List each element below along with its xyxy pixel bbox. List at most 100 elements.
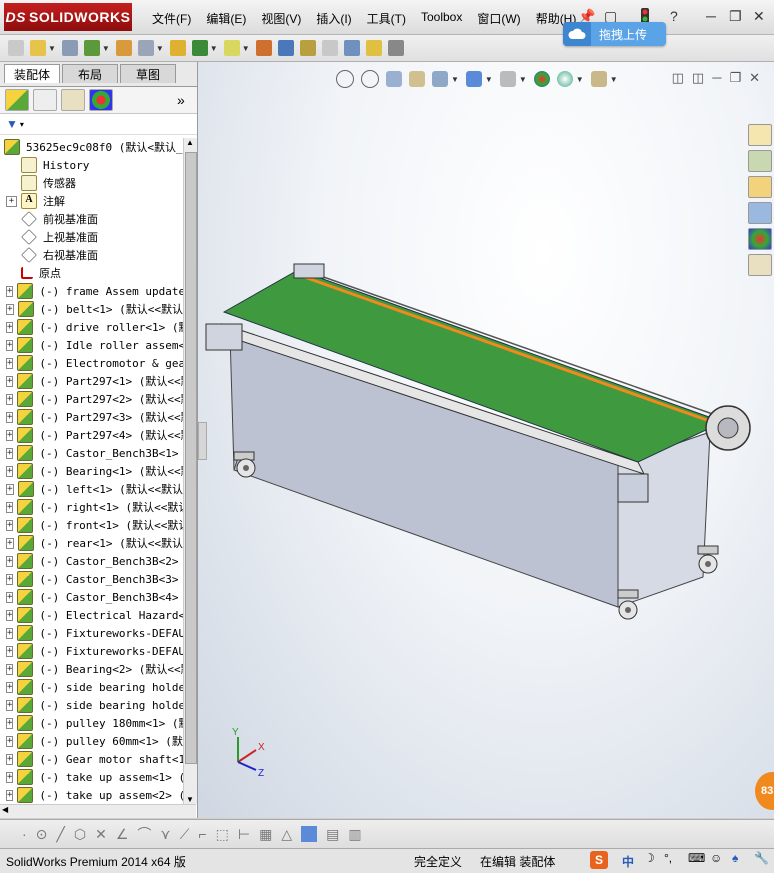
tree-item[interactable]: + (-) Part297<2> (默认<<默 [0,390,183,408]
menu-edit[interactable]: 编辑(E) [206,10,246,27]
mirror-icon[interactable]: ⋎ [160,826,170,843]
settings-wrench-icon[interactable]: 🔧 [754,851,772,869]
expand-icon[interactable]: + [6,789,14,801]
scroll-left-icon[interactable]: ◀ [2,805,8,814]
new-motion-study-icon[interactable] [255,40,272,56]
tree-item[interactable]: + (-) Electrical Hazard<1 [0,606,183,624]
expand-icon[interactable]: + [6,357,14,369]
menu-insert[interactable]: 插入(I) [316,10,351,27]
restore-icon[interactable]: ❐ [729,8,742,25]
graphics-area[interactable]: ▼ ▼ ▼ ▼ ▼ ◫ ◫ ─ ❐ ✕ Y X Z 83 [198,62,774,818]
expand-icon[interactable]: + [6,663,14,675]
tree-item[interactable]: 传感器 [0,174,183,192]
tab-sketch[interactable]: 草图 [120,64,176,83]
tree-item[interactable]: + (-) Castor_Bench3B<1> ( [0,444,183,462]
instant3d-icon[interactable] [387,40,404,56]
table-view-icon[interactable]: ▥ [348,826,361,843]
tree-item[interactable]: + (-) left<1> (默认<<默认 [0,480,183,498]
clearance-verification-icon[interactable] [365,40,382,56]
tree-item[interactable]: + (-) Part297<3> (默认<<默 [0,408,183,426]
tree-item[interactable]: History [0,156,183,174]
tree-item[interactable]: + (-) take up assem<2> (默 [0,786,183,804]
interference-detection-icon[interactable] [343,40,360,56]
appearances-icon[interactable] [748,228,772,250]
tree-item[interactable]: + (-) right<1> (默认<<默认 [0,498,183,516]
menu-file[interactable]: 文件(F) [152,10,191,27]
menu-tools[interactable]: 工具(T) [367,10,406,27]
corner-icon[interactable]: ⌐ [198,826,206,842]
line-icon[interactable]: ╱ [56,826,64,843]
tree-item[interactable]: + (-) Idle roller assem<1 [0,336,183,354]
tree-item[interactable]: 右视基准面 [0,246,183,264]
expand-icon[interactable]: + [6,627,14,639]
expand-icon[interactable]: + [6,303,14,315]
minimize-icon[interactable]: ─ [706,8,716,24]
shaded-view-icon[interactable] [301,826,318,842]
custom-properties-icon[interactable] [748,254,772,276]
display-manager-icon[interactable] [89,89,113,111]
sogou-ime-icon[interactable]: S [590,851,608,869]
expand-icon[interactable]: + [6,573,14,585]
tree-item[interactable]: + (-) rear<1> (默认<<默认 [0,534,183,552]
menu-window[interactable]: 窗口(W) [477,10,520,27]
bill-of-materials-icon[interactable] [277,40,294,56]
expand-icon[interactable]: + [6,771,14,783]
centerline-icon[interactable]: ⟋ [180,826,190,843]
tree-item[interactable]: + (-) Electromotor & gear [0,354,183,372]
polygon-icon[interactable]: ⬡ [74,826,86,843]
linear-pattern-icon[interactable] [83,40,100,56]
expand-icon[interactable]: + [6,717,14,729]
exploded-view-icon[interactable] [299,40,316,56]
tree-root[interactable]: 53625ec9c08f0 (默认<默认_ [0,138,183,156]
panel-splitter-handle[interactable] [198,422,207,460]
mate-icon[interactable] [61,40,78,56]
tree-item[interactable]: + (-) Castor_Bench3B<3> ( [0,570,183,588]
show-hidden-icon[interactable] [169,40,186,56]
tree-scroll-thumb[interactable] [185,152,197,764]
expand-icon[interactable]: + [6,339,14,351]
expand-icon[interactable]: + [6,699,14,711]
smart-fasteners-icon[interactable] [115,40,132,56]
expand-icon[interactable]: + [6,645,14,657]
circle-icon[interactable]: ⊙ [36,826,48,843]
expand-icon[interactable]: + [6,483,14,495]
trim-icon[interactable]: ✕ [95,826,107,843]
file-explorer-icon[interactable] [748,176,772,198]
expand-icon[interactable]: + [6,411,14,423]
tree-scrollbar[interactable]: ▲ ▼ [183,138,197,804]
tree-filter[interactable]: ▼ ▾ [0,114,197,135]
grid-icon[interactable]: ▦ [259,826,272,843]
half-width-icon[interactable]: ☽ [644,851,662,869]
angle-icon[interactable]: ∠ [116,826,129,843]
expand-icon[interactable]: + [6,735,14,747]
tree-item[interactable]: + (-) frame Assem updated [0,282,183,300]
tree-item[interactable]: 前视基准面 [0,210,183,228]
assembly-new-icon[interactable] [8,40,24,56]
offset-icon[interactable]: ⌒ [137,824,151,844]
filter-icon[interactable]: ▼ [6,117,18,131]
tab-layout[interactable]: 布局 [62,64,118,83]
expand-panel-icon[interactable]: » [177,92,185,108]
expand-icon[interactable]: + [6,501,14,513]
menu-toolbox[interactable]: Toolbox [421,10,462,27]
reference-geometry-icon[interactable] [223,40,240,56]
configuration-manager-icon[interactable] [61,89,85,111]
conveyor-model[interactable]: Y X Z [198,62,774,818]
move-component-icon[interactable] [137,40,154,56]
tree-item[interactable]: 原点 [0,264,183,282]
relation-icon[interactable]: △ [281,826,292,843]
insert-component-icon[interactable] [30,40,46,56]
solidworks-resources-icon[interactable] [748,124,772,146]
expand-icon[interactable]: + [6,195,17,207]
expand-icon[interactable]: + [6,465,14,477]
tree-item[interactable]: + (-) front<1> (默认<<默认 [0,516,183,534]
expand-icon[interactable]: + [6,393,14,405]
design-library-icon[interactable] [748,150,772,172]
view-palette-icon[interactable] [748,202,772,224]
ime-mode-label[interactable]: 中 [622,853,634,870]
tree-item[interactable]: + (-) Fixtureworks-DEFAUL [0,624,183,642]
expand-icon[interactable]: + [6,753,14,765]
menu-view[interactable]: 视图(V) [261,10,301,27]
filter-dropdown-icon[interactable]: ▾ [20,120,24,129]
expand-icon[interactable]: + [6,321,14,333]
